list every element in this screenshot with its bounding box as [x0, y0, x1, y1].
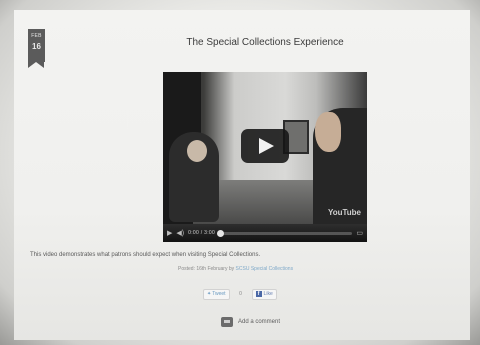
- add-comment-label[interactable]: Add a comment: [238, 319, 280, 325]
- video-controls: ▶ ◀) 0:00 / 3:00 ▭: [163, 224, 367, 242]
- author-link[interactable]: SCSU Special Collections: [236, 266, 294, 272]
- twitter-bird-icon: ✦: [207, 291, 212, 297]
- play-button[interactable]: [241, 129, 289, 163]
- facebook-icon: f: [255, 291, 262, 297]
- video-player[interactable]: YouTube ▶ ◀) 0:00 / 3:00 ▭: [163, 72, 367, 242]
- posted-prefix: Posted: 16th February by: [178, 266, 236, 272]
- post-description: This video demonstrates what patrons sho…: [30, 252, 261, 258]
- date-month: FEB: [31, 33, 42, 39]
- post-meta: Posted: 16th February by SCSU Special Co…: [178, 266, 378, 272]
- tweet-button[interactable]: ✦ Tweet: [203, 288, 230, 300]
- progress-knob[interactable]: [217, 229, 225, 237]
- fullscreen-icon[interactable]: ▭: [356, 230, 363, 237]
- like-label: Like: [263, 291, 273, 297]
- youtube-logo[interactable]: YouTube: [328, 208, 361, 217]
- post-title[interactable]: The Special Collections Experience: [150, 37, 380, 48]
- comment-icon: [221, 317, 233, 327]
- progress-bar[interactable]: [217, 229, 353, 237]
- add-comment[interactable]: Add a comment: [221, 317, 280, 327]
- volume-icon[interactable]: ◀): [176, 230, 184, 237]
- video-time: 0:00 / 3:00: [188, 230, 216, 236]
- play-icon[interactable]: ▶: [167, 230, 172, 237]
- tweet-label: Tweet: [212, 291, 226, 297]
- date-day: 16: [32, 42, 41, 51]
- tweet-count: 0: [239, 291, 242, 297]
- date-badge: FEB 16: [28, 29, 45, 68]
- share-row: ✦ Tweet 0 f Like: [203, 288, 277, 300]
- like-button[interactable]: f Like: [251, 288, 277, 300]
